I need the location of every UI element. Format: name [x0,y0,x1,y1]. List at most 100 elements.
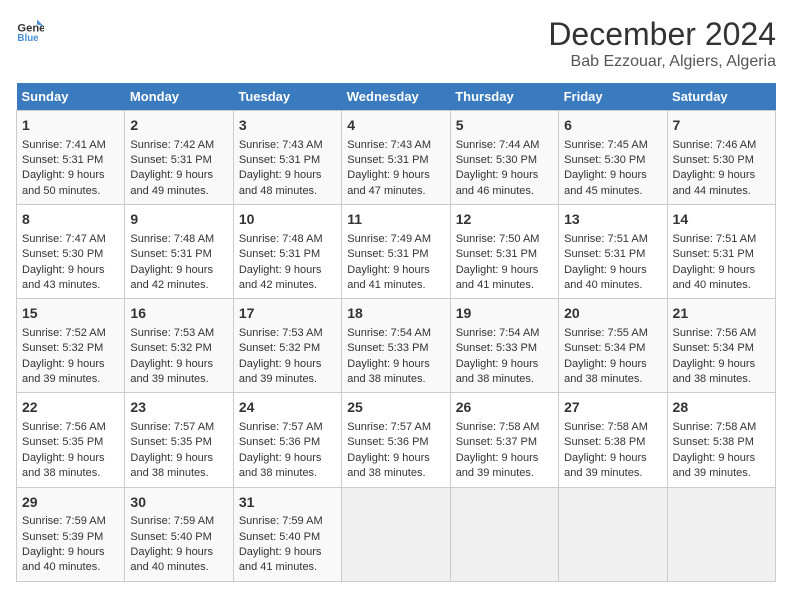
day-info: Sunset: 5:38 PM [564,435,661,450]
day-info: Daylight: 9 hours and 41 minutes. [239,545,336,576]
day-info: Daylight: 9 hours and 45 minutes. [564,168,661,199]
calendar-cell: 28Sunrise: 7:58 AMSunset: 5:38 PMDayligh… [667,393,775,487]
day-info: Sunrise: 7:58 AM [456,420,553,435]
day-info: Sunset: 5:39 PM [22,530,119,545]
day-info: Sunrise: 7:59 AM [130,514,227,529]
calendar-cell: 15Sunrise: 7:52 AMSunset: 5:32 PMDayligh… [17,299,125,393]
day-info: Sunrise: 7:42 AM [130,138,227,153]
day-info: Daylight: 9 hours and 40 minutes. [564,263,661,294]
day-info: Sunset: 5:31 PM [564,247,661,262]
calendar-cell: 14Sunrise: 7:51 AMSunset: 5:31 PMDayligh… [667,205,775,299]
day-number: 11 [347,210,444,230]
day-info: Sunset: 5:36 PM [347,435,444,450]
day-info: Daylight: 9 hours and 39 minutes. [673,451,770,482]
page-title: December 2024 [548,16,776,53]
day-number: 20 [564,304,661,324]
calendar-cell: 10Sunrise: 7:48 AMSunset: 5:31 PMDayligh… [233,205,341,299]
day-info: Daylight: 9 hours and 38 minutes. [130,451,227,482]
day-number: 29 [22,493,119,513]
day-info: Sunset: 5:35 PM [22,435,119,450]
page-header: General Blue December 2024 Bab Ezzouar, … [16,16,776,71]
day-info: Daylight: 9 hours and 38 minutes. [22,451,119,482]
day-info: Daylight: 9 hours and 47 minutes. [347,168,444,199]
day-info: Daylight: 9 hours and 44 minutes. [673,168,770,199]
calendar-cell [559,487,667,581]
day-info: Sunset: 5:34 PM [673,341,770,356]
day-info: Sunset: 5:31 PM [130,153,227,168]
calendar-cell: 9Sunrise: 7:48 AMSunset: 5:31 PMDaylight… [125,205,233,299]
page-subtitle: Bab Ezzouar, Algiers, Algeria [548,53,776,71]
day-info: Daylight: 9 hours and 40 minutes. [22,545,119,576]
day-info: Sunset: 5:32 PM [239,341,336,356]
day-info: Sunset: 5:31 PM [239,247,336,262]
calendar-week-3: 15Sunrise: 7:52 AMSunset: 5:32 PMDayligh… [17,299,776,393]
day-info: Sunrise: 7:56 AM [22,420,119,435]
calendar-cell: 12Sunrise: 7:50 AMSunset: 5:31 PMDayligh… [450,205,558,299]
day-info: Sunrise: 7:52 AM [22,326,119,341]
day-info: Sunset: 5:32 PM [130,341,227,356]
day-number: 23 [130,398,227,418]
calendar-week-2: 8Sunrise: 7:47 AMSunset: 5:30 PMDaylight… [17,205,776,299]
day-info: Sunrise: 7:57 AM [239,420,336,435]
day-info: Sunrise: 7:51 AM [673,232,770,247]
day-info: Sunrise: 7:47 AM [22,232,119,247]
calendar-cell: 23 Sunrise: 7:57 AMSunset: 5:35 PMDayligh… [125,393,233,487]
day-number: 3 [239,116,336,136]
day-number: 28 [673,398,770,418]
day-number: 4 [347,116,444,136]
calendar-cell: 11Sunrise: 7:49 AMSunset: 5:31 PMDayligh… [342,205,450,299]
day-info: Sunset: 5:33 PM [456,341,553,356]
calendar-cell: 24Sunrise: 7:57 AMSunset: 5:36 PMDayligh… [233,393,341,487]
day-number: 9 [130,210,227,230]
day-info: Daylight: 9 hours and 39 minutes. [22,357,119,388]
header-cell-wednesday: Wednesday [342,83,450,111]
calendar-week-1: 1Sunrise: 7:41 AMSunset: 5:31 PMDaylight… [17,111,776,205]
calendar-cell [667,487,775,581]
calendar-cell: 4Sunrise: 7:43 AMSunset: 5:31 PMDaylight… [342,111,450,205]
day-number: 22 [22,398,119,418]
day-number: 13 [564,210,661,230]
calendar-cell: 8Sunrise: 7:47 AMSunset: 5:30 PMDaylight… [17,205,125,299]
day-info: Sunset: 5:35 PM [130,435,227,450]
day-number: 16 [130,304,227,324]
calendar-cell: 29Sunrise: 7:59 AMSunset: 5:39 PMDayligh… [17,487,125,581]
header-cell-monday: Monday [125,83,233,111]
day-info: Sunrise: 7:59 AM [239,514,336,529]
day-info: Daylight: 9 hours and 40 minutes. [673,263,770,294]
day-number: 5 [456,116,553,136]
day-info: Sunrise: 7:51 AM [564,232,661,247]
calendar-cell: 3Sunrise: 7:43 AMSunset: 5:31 PMDaylight… [233,111,341,205]
day-info: Sunset: 5:30 PM [673,153,770,168]
day-info: Sunrise: 7:54 AM [456,326,553,341]
day-info: Sunrise: 7:43 AM [347,138,444,153]
calendar-body: 1Sunrise: 7:41 AMSunset: 5:31 PMDaylight… [17,111,776,582]
day-info: Daylight: 9 hours and 39 minutes. [239,357,336,388]
day-info: Daylight: 9 hours and 39 minutes. [456,451,553,482]
title-block: December 2024 Bab Ezzouar, Algiers, Alge… [548,16,776,71]
calendar-cell: 21Sunrise: 7:56 AMSunset: 5:34 PMDayligh… [667,299,775,393]
day-number: 15 [22,304,119,324]
logo: General Blue [16,16,44,44]
day-number: 17 [239,304,336,324]
logo-icon: General Blue [16,16,44,44]
calendar-cell: 13 Sunrise: 7:51 AMSunset: 5:31 PMDayligh… [559,205,667,299]
day-info: Daylight: 9 hours and 38 minutes. [347,357,444,388]
calendar-cell: 7Sunrise: 7:46 AMSunset: 5:30 PMDaylight… [667,111,775,205]
calendar-cell [342,487,450,581]
day-number: 19 [456,304,553,324]
day-info: Sunset: 5:38 PM [673,435,770,450]
calendar-cell: 19Sunrise: 7:54 AMSunset: 5:33 PMDayligh… [450,299,558,393]
day-info: Sunrise: 7:49 AM [347,232,444,247]
day-info: Sunrise: 7:58 AM [564,420,661,435]
day-number: 24 [239,398,336,418]
header-cell-friday: Friday [559,83,667,111]
day-info: Sunset: 5:30 PM [564,153,661,168]
day-info: Daylight: 9 hours and 49 minutes. [130,168,227,199]
day-number: 2 [130,116,227,136]
day-info: Sunset: 5:36 PM [239,435,336,450]
calendar-cell: 31Sunrise: 7:59 AMSunset: 5:40 PMDayligh… [233,487,341,581]
day-info: Sunrise: 7:57 AM [130,420,227,435]
day-number: 31 [239,493,336,513]
calendar-cell: 22 Sunrise: 7:56 AMSunset: 5:35 PMDayligh… [17,393,125,487]
day-info: Sunset: 5:30 PM [456,153,553,168]
